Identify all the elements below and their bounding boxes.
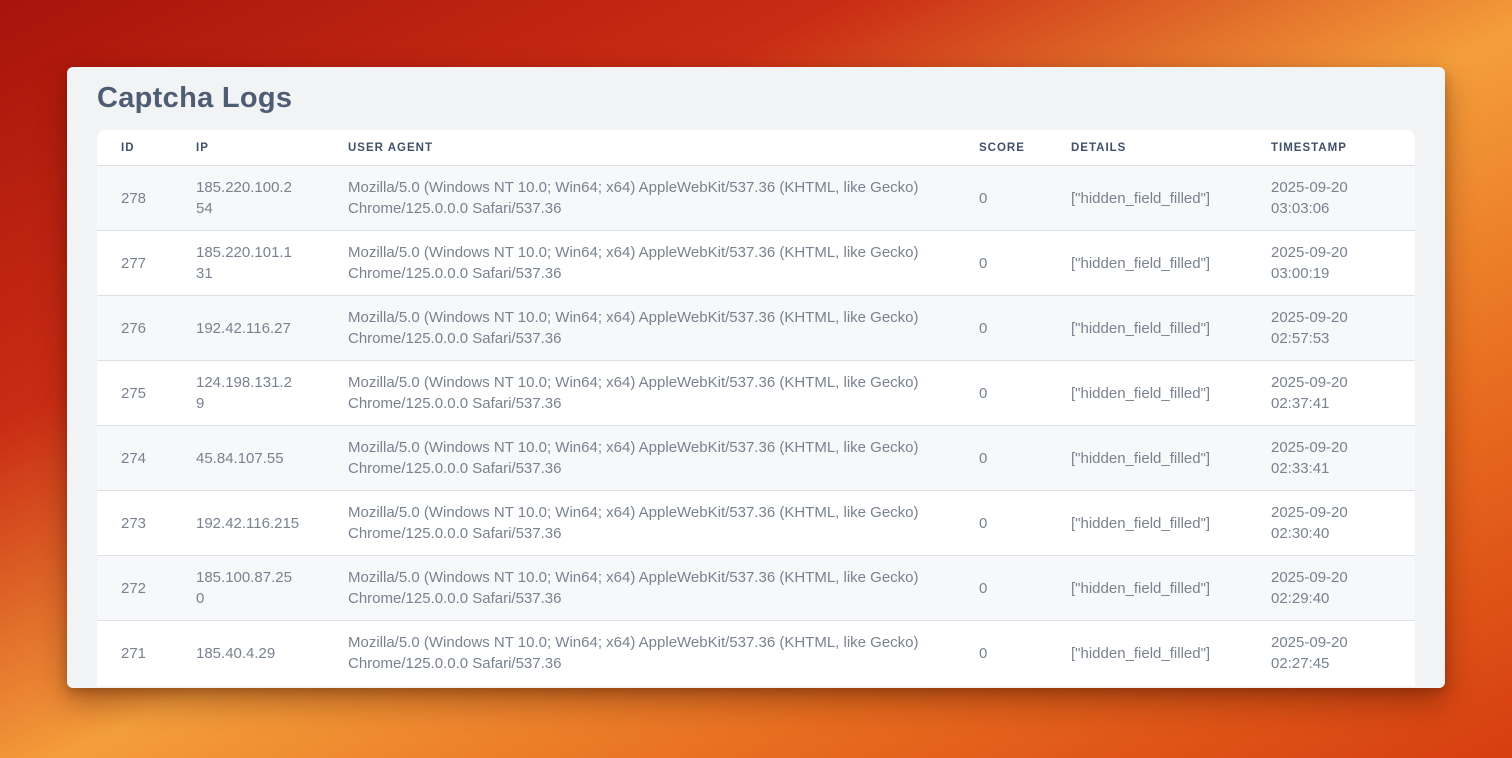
table-header: ID IP USER AGENT SCORE DETAILS TIMESTAMP: [97, 130, 1415, 166]
cell-ip: 45.84.107.55: [172, 426, 324, 491]
cell-user-agent: Mozilla/5.0 (Windows NT 10.0; Win64; x64…: [324, 621, 955, 686]
cell-timestamp: 2025-09-20 02:37:41: [1247, 361, 1415, 426]
cell-ip: 192.42.116.27: [172, 296, 324, 361]
cell-score: 0: [955, 231, 1047, 296]
cell-timestamp: 2025-09-20 02:33:41: [1247, 426, 1415, 491]
cell-id: 278: [97, 166, 172, 231]
logs-table-container: ID IP USER AGENT SCORE DETAILS TIMESTAMP…: [97, 130, 1415, 686]
cell-score: 0: [955, 621, 1047, 686]
cell-details: ["hidden_field_filled"]: [1047, 621, 1247, 686]
cell-details: ["hidden_field_filled"]: [1047, 426, 1247, 491]
cell-score: 0: [955, 361, 1047, 426]
table-header-row: ID IP USER AGENT SCORE DETAILS TIMESTAMP: [97, 130, 1415, 166]
cell-details: ["hidden_field_filled"]: [1047, 361, 1247, 426]
column-header-user-agent: USER AGENT: [324, 130, 955, 166]
cell-user-agent: Mozilla/5.0 (Windows NT 10.0; Win64; x64…: [324, 296, 955, 361]
cell-ip: 124.198.131.29: [172, 361, 324, 426]
cell-score: 0: [955, 491, 1047, 556]
cell-ip: 185.100.87.250: [172, 556, 324, 621]
cell-id: 274: [97, 426, 172, 491]
table-row: 273 192.42.116.215 Mozilla/5.0 (Windows …: [97, 491, 1415, 556]
cell-id: 276: [97, 296, 172, 361]
cell-details: ["hidden_field_filled"]: [1047, 491, 1247, 556]
page-title: Captcha Logs: [97, 82, 1415, 115]
cell-ip: 185.220.101.131: [172, 231, 324, 296]
table-row: 276 192.42.116.27 Mozilla/5.0 (Windows N…: [97, 296, 1415, 361]
cell-timestamp: 2025-09-20 02:27:45: [1247, 621, 1415, 686]
desktop-background: { "page_title": "Captcha Logs", "theme":…: [0, 0, 1512, 758]
table-row: 277 185.220.101.131 Mozilla/5.0 (Windows…: [97, 231, 1415, 296]
cell-details: ["hidden_field_filled"]: [1047, 166, 1247, 231]
captcha-logs-card: Captcha Logs ID IP USER AGENT SCORE DETA…: [67, 67, 1445, 688]
cell-timestamp: 2025-09-20 03:00:19: [1247, 231, 1415, 296]
cell-details: ["hidden_field_filled"]: [1047, 231, 1247, 296]
cell-id: 271: [97, 621, 172, 686]
cell-id: 275: [97, 361, 172, 426]
column-header-id: ID: [97, 130, 172, 166]
column-header-details: DETAILS: [1047, 130, 1247, 166]
cell-timestamp: 2025-09-20 03:03:06: [1247, 166, 1415, 231]
table-row: 272 185.100.87.250 Mozilla/5.0 (Windows …: [97, 556, 1415, 621]
captcha-logs-table: ID IP USER AGENT SCORE DETAILS TIMESTAMP…: [97, 130, 1415, 686]
cell-ip: 192.42.116.215: [172, 491, 324, 556]
cell-details: ["hidden_field_filled"]: [1047, 556, 1247, 621]
table-row: 278 185.220.100.254 Mozilla/5.0 (Windows…: [97, 166, 1415, 231]
cell-id: 277: [97, 231, 172, 296]
table-row: 274 45.84.107.55 Mozilla/5.0 (Windows NT…: [97, 426, 1415, 491]
table-body: 278 185.220.100.254 Mozilla/5.0 (Windows…: [97, 166, 1415, 686]
cell-timestamp: 2025-09-20 02:57:53: [1247, 296, 1415, 361]
cell-user-agent: Mozilla/5.0 (Windows NT 10.0; Win64; x64…: [324, 491, 955, 556]
cell-score: 0: [955, 426, 1047, 491]
cell-id: 272: [97, 556, 172, 621]
cell-timestamp: 2025-09-20 02:30:40: [1247, 491, 1415, 556]
table-row: 275 124.198.131.29 Mozilla/5.0 (Windows …: [97, 361, 1415, 426]
cell-ip: 185.40.4.29: [172, 621, 324, 686]
cell-timestamp: 2025-09-20 02:29:40: [1247, 556, 1415, 621]
cell-details: ["hidden_field_filled"]: [1047, 296, 1247, 361]
cell-user-agent: Mozilla/5.0 (Windows NT 10.0; Win64; x64…: [324, 166, 955, 231]
cell-score: 0: [955, 556, 1047, 621]
cell-score: 0: [955, 166, 1047, 231]
cell-user-agent: Mozilla/5.0 (Windows NT 10.0; Win64; x64…: [324, 556, 955, 621]
column-header-timestamp: TIMESTAMP: [1247, 130, 1415, 166]
cell-user-agent: Mozilla/5.0 (Windows NT 10.0; Win64; x64…: [324, 361, 955, 426]
cell-score: 0: [955, 296, 1047, 361]
cell-ip: 185.220.100.254: [172, 166, 324, 231]
cell-user-agent: Mozilla/5.0 (Windows NT 10.0; Win64; x64…: [324, 426, 955, 491]
cell-user-agent: Mozilla/5.0 (Windows NT 10.0; Win64; x64…: [324, 231, 955, 296]
cell-id: 273: [97, 491, 172, 556]
column-header-score: SCORE: [955, 130, 1047, 166]
column-header-ip: IP: [172, 130, 324, 166]
table-row: 271 185.40.4.29 Mozilla/5.0 (Windows NT …: [97, 621, 1415, 686]
